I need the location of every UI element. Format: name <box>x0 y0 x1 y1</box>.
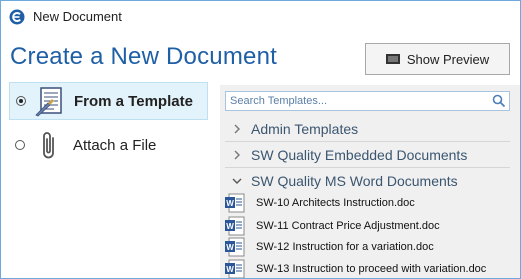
folder-admin-templates[interactable]: Admin Templates <box>225 116 510 142</box>
template-icon <box>35 87 62 117</box>
search-box[interactable] <box>225 91 510 111</box>
word-doc-icon: W <box>225 216 245 235</box>
search-input[interactable] <box>226 92 494 110</box>
word-doc-icon: W <box>225 237 245 256</box>
folder-sw-quality-embedded[interactable]: SW Quality Embedded Documents <box>225 142 510 168</box>
svg-text:W: W <box>226 265 234 274</box>
svg-text:W: W <box>226 199 234 208</box>
document-label: SW-11 Contract Price Adjustment.doc <box>256 219 440 232</box>
new-document-window: New Document Create a New Document Show … <box>0 0 521 279</box>
window-title: New Document <box>33 9 122 24</box>
attach-file-label: Attach a File <box>73 136 157 154</box>
document-item[interactable]: W SW-13 Instruction to proceed with vari… <box>224 258 514 278</box>
word-doc-icon: W <box>225 259 245 278</box>
search-icon[interactable] <box>492 94 506 108</box>
folder-label: SW Quality MS Word Documents <box>251 173 458 189</box>
preview-icon <box>385 54 400 64</box>
paperclip-icon <box>43 132 54 159</box>
document-item[interactable]: W SW-10 Architects Instruction.doc <box>224 192 514 213</box>
document-item[interactable]: W SW-12 Instruction for a variation.doc <box>224 236 514 257</box>
show-preview-button[interactable]: Show Preview <box>365 43 510 75</box>
svg-text:W: W <box>226 222 234 231</box>
chevron-right-icon <box>234 124 240 133</box>
document-label: SW-12 Instruction for a variation.doc <box>256 240 434 253</box>
document-item[interactable]: W SW-11 Contract Price Adjustment.doc <box>224 215 514 236</box>
show-preview-label: Show Preview <box>406 51 490 67</box>
from-template-label: From a Template <box>74 92 193 110</box>
svg-text:W: W <box>226 243 234 252</box>
document-label: SW-13 Instruction to proceed with variat… <box>256 262 487 275</box>
chevron-down-icon <box>232 178 242 184</box>
word-doc-icon: W <box>225 193 245 212</box>
option-from-template[interactable]: From a Template <box>9 82 208 120</box>
folder-label: SW Quality Embedded Documents <box>251 146 468 163</box>
folder-label: Admin Templates <box>251 120 359 137</box>
title-bar: New Document <box>1 1 520 33</box>
attach-radio[interactable] <box>15 140 25 150</box>
page-title: Create a New Document <box>10 43 277 70</box>
app-logo-icon <box>9 9 25 25</box>
template-browser: Admin Templates SW Quality Embedded Docu… <box>220 85 520 278</box>
chevron-right-icon <box>234 150 240 159</box>
template-radio[interactable] <box>16 96 26 106</box>
document-label: SW-10 Architects Instruction.doc <box>256 196 415 209</box>
option-attach-file[interactable]: Attach a File <box>9 126 208 164</box>
folder-sw-quality-ms-word[interactable]: SW Quality MS Word Documents <box>225 168 510 194</box>
